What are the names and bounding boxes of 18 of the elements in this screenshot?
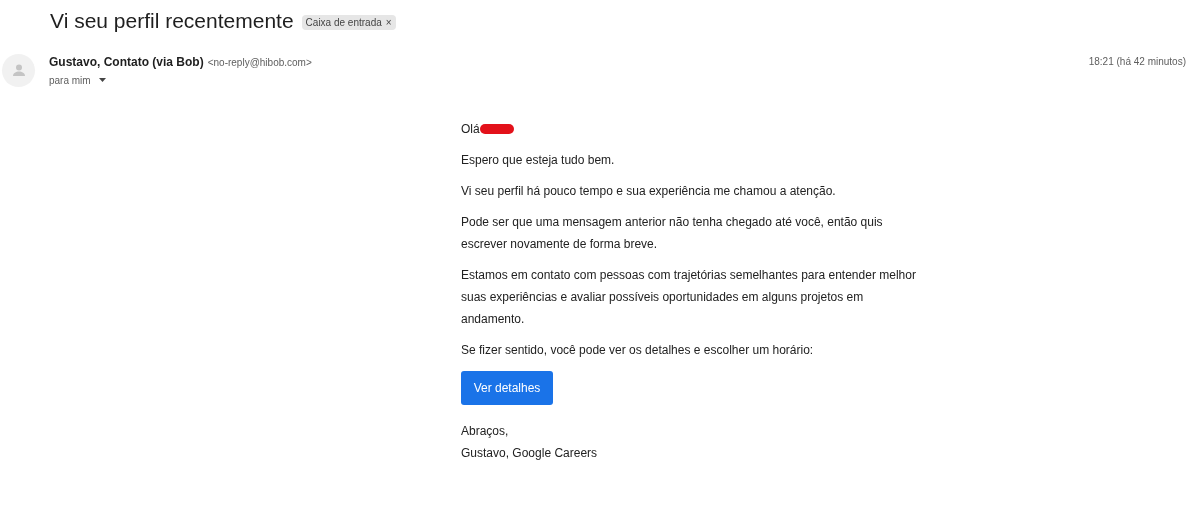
- signature: Gustavo, Google Careers: [461, 444, 599, 462]
- body-paragraph: Pode ser que uma mensagem anterior não tenha chegado até você, então quis escrever novamente de forma breve.: [461, 213, 884, 253]
- sender-name: Gustavo, Contato (via Bob): [49, 53, 204, 71]
- closing: Abraços,: [461, 422, 510, 440]
- details-button[interactable]: Ver detalhes: [461, 370, 553, 405]
- avatar-icon: [2, 53, 35, 87]
- recipient-dropdown[interactable]: para mim: [49, 72, 106, 88]
- greeting: Olá: [461, 120, 480, 138]
- body-paragraph: Estamos em contato com pessoas com trajetórias semelhantes para entender melhor suas experiências e avaliar possíveis oportunidades em alguns projetos em andamento.: [461, 266, 916, 328]
- body-paragraph: Vi seu perfil há pouco tempo e sua experiência me chamou a atenção.: [461, 182, 837, 200]
- caret-icon: [98, 78, 106, 82]
- email-subject: Vi seu perfil recentemente: [50, 8, 294, 34]
- sender-email: <no-reply@hibob.com>: [207, 55, 312, 70]
- body-paragraph: Espero que esteja tudo bem.: [461, 151, 616, 169]
- label-text: Caixa de entrada: [305, 15, 382, 30]
- body-paragraph: Se fizer sentido, você pode ver os detalhes e escolher um horário:: [461, 341, 815, 359]
- remove-label-button[interactable]: ×: [385, 14, 392, 30]
- timestamp: 18:21 (há 42 minutos): [1088, 54, 1186, 69]
